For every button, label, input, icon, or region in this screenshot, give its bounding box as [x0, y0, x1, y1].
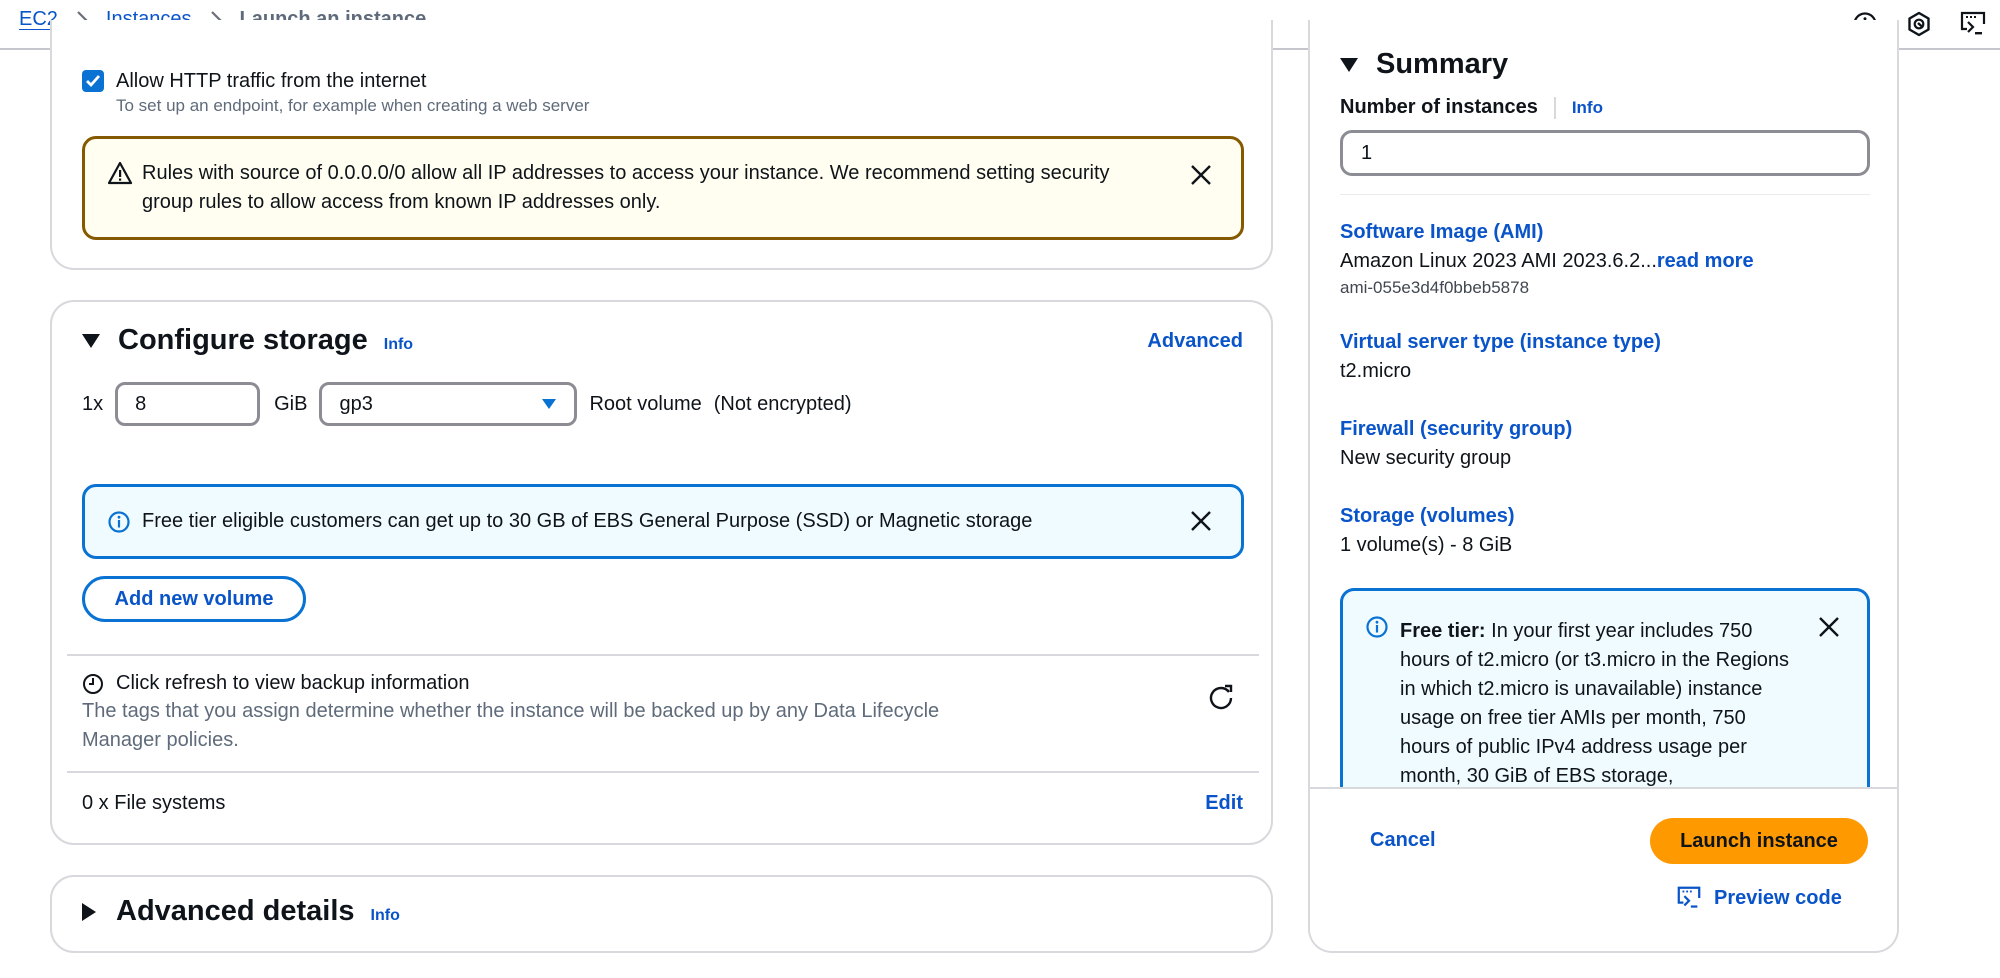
refresh-button[interactable] — [1207, 682, 1235, 715]
volume-type-value: gp3 — [339, 392, 373, 415]
summary-title: Summary — [1376, 48, 1509, 80]
configure-storage-info-link[interactable]: Info — [384, 336, 413, 354]
free-tier-storage-alert: Free tier eligible customers can get up … — [82, 484, 1244, 559]
summary-storage: Storage (volumes) 1 volume(s) - 8 GiB — [1340, 502, 1514, 560]
summary-footer: Cancel Launch instance Preview code — [1310, 787, 1897, 951]
security-warning-text: Rules with source of 0.0.0.0/0 allow all… — [142, 162, 1110, 213]
cancel-button[interactable]: Cancel — [1370, 829, 1436, 852]
info-icon — [107, 510, 131, 539]
caret-down-icon[interactable] — [82, 333, 100, 348]
network-settings-panel: Allow HTTP traffic from the internet To … — [50, 20, 1273, 270]
summary-panel: Summary Number of instances Info 1 Softw… — [1308, 20, 1899, 953]
ami-read-more-link[interactable]: read more — [1657, 250, 1754, 272]
file-systems-label: 0 x File systems — [82, 792, 226, 814]
number-of-instances-label-row: Number of instances Info — [1340, 96, 1603, 119]
separator — [1553, 96, 1556, 119]
storage-link[interactable]: Storage (volumes) — [1340, 502, 1514, 531]
divider — [67, 654, 1259, 656]
divider — [67, 771, 1259, 773]
warning-icon — [107, 161, 133, 190]
instance-type-link[interactable]: Virtual server type (instance type) — [1340, 328, 1661, 357]
volume-unit: GiB — [274, 392, 308, 415]
cloudshell-icon — [1676, 885, 1702, 911]
allow-http-row: Allow HTTP traffic from the internet To … — [82, 68, 589, 118]
volume-size-value: 8 — [135, 392, 147, 415]
caret-down-icon — [541, 393, 557, 416]
firewall-link[interactable]: Firewall (security group) — [1340, 415, 1572, 444]
caret-down-icon[interactable] — [1340, 57, 1358, 72]
security-hexagon-icon[interactable] — [1892, 6, 1946, 42]
advanced-details-title: Advanced details — [116, 895, 355, 927]
volume-size-input[interactable]: 8 — [115, 382, 261, 426]
summary-firewall: Firewall (security group) New security g… — [1340, 415, 1572, 473]
file-systems-edit-link[interactable]: Edit — [1205, 792, 1243, 815]
preview-code-button[interactable]: Preview code — [1676, 885, 1842, 911]
preview-code-label: Preview code — [1714, 886, 1842, 909]
volume-type-select[interactable]: gp3 — [319, 382, 578, 426]
free-tier-storage-text: Free tier eligible customers can get up … — [142, 510, 1033, 532]
security-warning-alert: Rules with source of 0.0.0.0/0 allow all… — [82, 136, 1244, 240]
backup-description: The tags that you assign determine wheth… — [82, 700, 940, 751]
advanced-details-info-link[interactable]: Info — [371, 907, 400, 925]
free-tier-bold: Free tier: — [1400, 620, 1486, 642]
clock-icon — [82, 673, 104, 695]
free-tier-text: Free tier: In your first year includes 7… — [1400, 617, 1800, 791]
number-of-instances-value: 1 — [1361, 141, 1373, 164]
info-icon — [1365, 615, 1389, 644]
close-icon[interactable] — [1185, 159, 1217, 191]
summary-ami: Software Image (AMI) Amazon Linux 2023 A… — [1340, 218, 1754, 300]
allow-http-checkbox[interactable] — [82, 70, 104, 92]
encryption-status: (Not encrypted) — [713, 392, 852, 415]
launch-instance-button[interactable]: Launch instance — [1650, 818, 1868, 864]
caret-right-icon[interactable] — [82, 902, 96, 921]
ami-value: Amazon Linux 2023 AMI 2023.6.2... — [1340, 250, 1657, 272]
advanced-details-header[interactable]: Advanced details Info — [82, 895, 400, 928]
number-of-instances-label: Number of instances — [1340, 96, 1538, 118]
summary-header: Summary — [1340, 48, 1508, 81]
add-new-volume-button[interactable]: Add new volume — [82, 576, 306, 622]
divider — [1340, 194, 1870, 195]
cloudshell-icon[interactable] — [1946, 6, 2000, 42]
volume-count: 1x — [82, 392, 104, 415]
summary-instance-type: Virtual server type (instance type) t2.m… — [1340, 328, 1661, 386]
advanced-details-panel: Advanced details Info — [50, 875, 1273, 953]
configure-storage-panel: Configure storage Info Advanced 1x 8 GiB… — [50, 300, 1273, 845]
allow-http-label: Allow HTTP traffic from the internet — [116, 70, 427, 92]
free-tier-body: In your first year includes 750 hours of… — [1400, 620, 1790, 787]
backup-info: Click refresh to view backup information… — [82, 672, 962, 755]
close-icon[interactable] — [1185, 505, 1217, 537]
configure-storage-title: Configure storage — [118, 324, 368, 356]
free-tier-alert: Free tier: In your first year includes 7… — [1340, 588, 1870, 808]
number-of-instances-input[interactable]: 1 — [1340, 130, 1870, 176]
root-volume-label: Root volume — [589, 392, 702, 415]
backup-title: Click refresh to view backup information — [116, 672, 470, 694]
instance-type-value: t2.micro — [1340, 360, 1412, 382]
firewall-value: New security group — [1340, 447, 1512, 469]
storage-value: 1 volume(s) - 8 GiB — [1340, 534, 1513, 556]
number-of-instances-info-link[interactable]: Info — [1572, 98, 1603, 118]
root-volume-row: 1x 8 GiB gp3 Root volume (Not encrypted) — [82, 382, 852, 426]
configure-storage-header: Configure storage Info — [82, 324, 413, 357]
ami-id: ami-055e3d4f0bbeb5878 — [1340, 278, 1530, 297]
allow-http-description: To set up an endpoint, for example when … — [116, 96, 590, 115]
advanced-link[interactable]: Advanced — [1147, 330, 1243, 353]
ami-link[interactable]: Software Image (AMI) — [1340, 218, 1754, 247]
close-icon[interactable] — [1813, 611, 1845, 643]
